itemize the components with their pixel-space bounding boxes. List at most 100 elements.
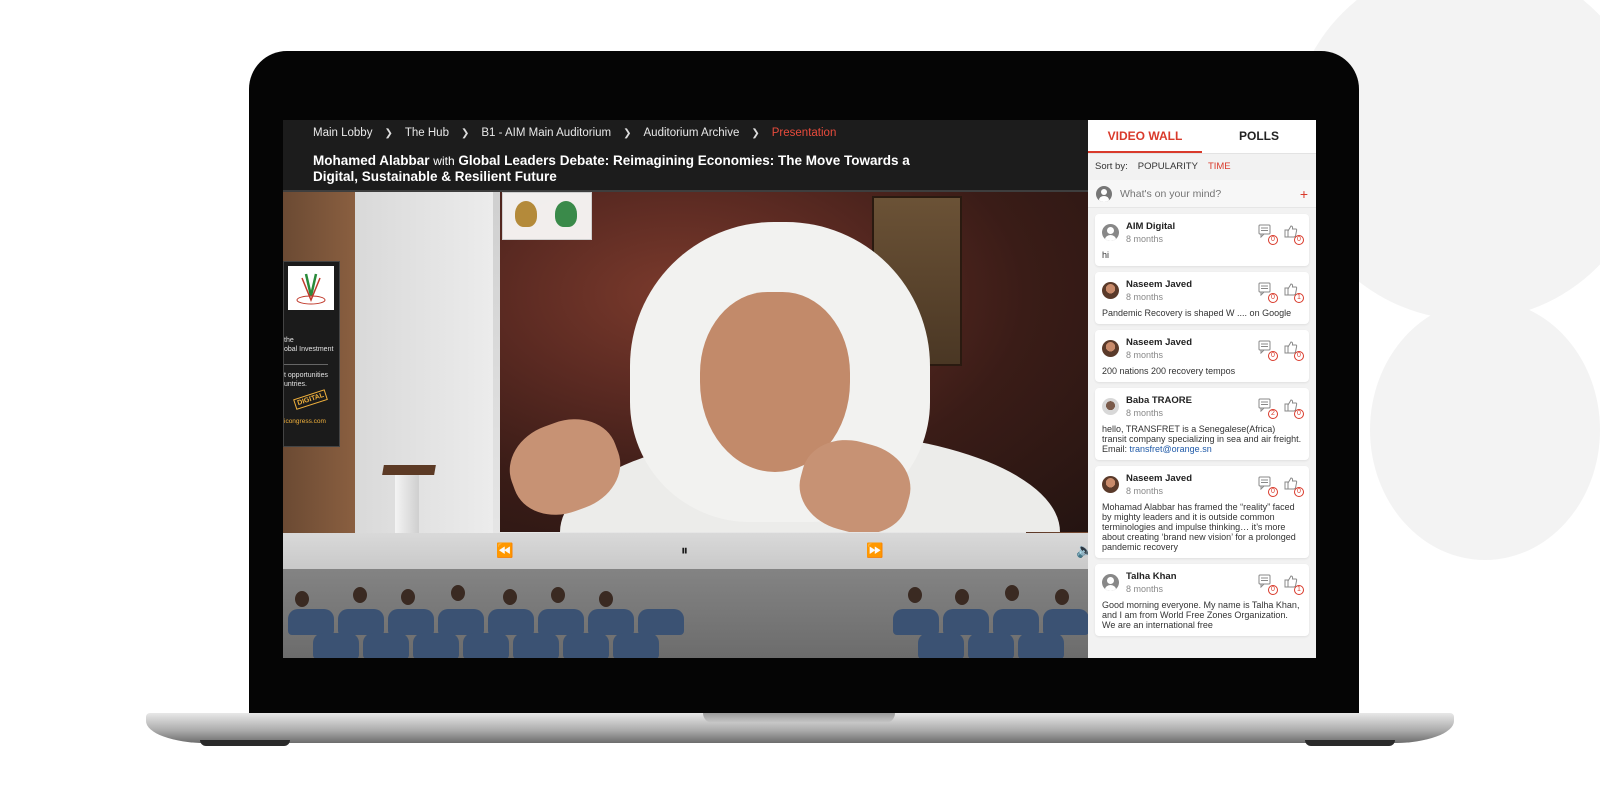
post-text: hi [1102,250,1110,260]
like-button[interactable]: 0 [1284,476,1304,497]
post-author[interactable]: Naseem Javed [1126,473,1258,485]
post-text: hello, TRANSFRET is a Senegalese(Africa)… [1102,424,1302,454]
tab-video-wall[interactable]: VIDEO WALL [1088,120,1202,153]
post-author[interactable]: Talha Khan [1126,571,1258,583]
breadcrumb-the-hub[interactable]: The Hub [405,127,449,139]
avatar [1102,340,1119,357]
aim-logo [288,266,334,310]
post-text: Pandemic Recovery is shaped W .... on Go… [1102,308,1292,318]
speaker-name: Mohamed Alabbar [313,153,430,168]
background-decoration [1370,300,1600,560]
chevron-right-icon: ❯ [623,127,632,139]
wall-post: AIM Digital 8 months 0 0 hi [1095,214,1309,266]
like-count: 0 [1294,409,1304,419]
laptop-foot [200,740,290,746]
like-button[interactable]: 0 [1284,340,1304,361]
wall-post: Talha Khan 8 months 0 1 Good morning everyon… [1095,564,1309,636]
breadcrumb-main-lobby[interactable]: Main Lobby [313,127,372,139]
fast-forward-icon[interactable]: ⏩ [866,542,883,559]
avatar [1102,476,1119,493]
aim-emblem-icon [555,201,577,227]
digital-badge: DIGITAL [293,389,329,410]
post-time: 8 months [1126,486,1164,496]
like-button[interactable]: 0 [1284,398,1304,419]
tab-polls[interactable]: POLLS [1202,120,1316,153]
wall-post: Naseem Javed 8 months 0 0 200 nations 200 re… [1095,330,1309,382]
comment-button[interactable]: 0 [1258,282,1278,303]
post-author[interactable]: Naseem Javed [1126,279,1258,291]
post-text: Mohamad Alabbar has framed the “reality”… [1102,502,1296,552]
like-count: 1 [1294,293,1304,303]
post-author[interactable]: AIM Digital [1126,221,1258,233]
sort-time[interactable]: TIME [1208,161,1231,172]
sort-bar: Sort by: POPULARITY TIME [1088,154,1316,178]
like-count: 0 [1294,487,1304,497]
rewind-icon[interactable]: ⏪ [496,542,513,559]
player-controls: ⏪ ⏸ ⏩ 🔈 [283,533,1088,569]
banner-text: the obal Investment t opportunities untr… [284,337,334,388]
like-button[interactable]: 1 [1284,282,1304,303]
like-count: 1 [1294,585,1304,595]
add-post-icon[interactable]: + [1300,186,1308,202]
post-time: 8 months [1126,584,1164,594]
email-link[interactable]: transfret@orange.sn [1130,444,1212,454]
comment-button[interactable]: 0 [1258,476,1278,497]
laptop-foot [1305,740,1395,746]
video-player[interactable] [500,192,1088,532]
volume-icon[interactable]: 🔈 [1076,542,1088,559]
avatar [1102,282,1119,299]
breadcrumb-main-auditorium[interactable]: B1 - AIM Main Auditorium [481,127,611,139]
breadcrumb: Main Lobby ❯ The Hub ❯ B1 - AIM Main Aud… [313,127,836,139]
post-text: 200 nations 200 recovery tempos [1102,366,1236,376]
breadcrumb-auditorium-archive[interactable]: Auditorium Archive [644,127,740,139]
app-screen: the obal Investment t opportunities untr… [283,120,1316,658]
comment-button[interactable]: 2 [1258,398,1278,419]
post-time: 8 months [1126,292,1164,302]
comment-count: 0 [1268,585,1278,595]
comment-count: 0 [1268,351,1278,361]
sort-popularity[interactable]: POPULARITY [1138,161,1198,172]
video-wall-sidebar: VIDEO WALL POLLS Sort by: POPULARITY TIM… [1088,120,1316,658]
auditorium-stage: the obal Investment t opportunities untr… [283,120,1088,658]
chevron-right-icon: ❯ [384,127,393,139]
compose-bar: + [1088,180,1316,208]
laptop-notch [703,713,895,723]
post-time: 8 months [1126,408,1164,418]
comment-button[interactable]: 0 [1258,340,1278,361]
uae-emblem-icon [515,201,537,227]
comment-button[interactable]: 0 [1258,224,1278,245]
comment-button[interactable]: 0 [1258,574,1278,595]
sidebar-tabs: VIDEO WALL POLLS [1088,120,1316,154]
wall-post: Naseem Javed 8 months 0 1 Pandemic Recovery … [1095,272,1309,324]
event-banner: the obal Investment t opportunities untr… [283,261,340,447]
like-button[interactable]: 0 [1284,224,1304,245]
breadcrumb-presentation: Presentation [771,127,837,139]
wall-post: Naseem Javed 8 months 0 0 Mohamad Alabbar ha… [1095,466,1309,558]
chevron-right-icon: ❯ [751,127,760,139]
comment-count: 0 [1268,487,1278,497]
post-author[interactable]: Baba TRAORE [1126,395,1258,407]
wall-post: Baba TRAORE 8 months 2 0 hello, TRANSFRET is… [1095,388,1309,460]
session-header: Main Lobby ❯ The Hub ❯ B1 - AIM Main Aud… [283,120,1088,192]
title-connector: with [433,154,455,168]
pause-icon[interactable]: ⏸ [681,542,688,559]
avatar [1102,224,1119,241]
post-time: 8 months [1126,350,1164,360]
post-text: Good morning everyone. My name is Talha … [1102,600,1300,630]
post-list: AIM Digital 8 months 0 0 hi Naseem Javed 8 mon… [1088,208,1316,636]
avatar [1102,398,1119,415]
like-count: 0 [1294,351,1304,361]
post-author[interactable]: Naseem Javed [1126,337,1258,349]
avatar [1102,574,1119,591]
banner-url: icongress.com [284,418,326,425]
session-title: Mohamed Alabbar with Global Leaders Deba… [313,153,933,185]
audience [283,569,1088,658]
like-button[interactable]: 1 [1284,574,1304,595]
comment-count: 2 [1268,409,1278,419]
sort-label: Sort by: [1095,160,1128,172]
post-time: 8 months [1126,234,1164,244]
comment-count: 0 [1268,293,1278,303]
partner-logos [502,192,592,240]
user-avatar-icon [1096,185,1112,202]
post-input[interactable] [1120,187,1300,200]
